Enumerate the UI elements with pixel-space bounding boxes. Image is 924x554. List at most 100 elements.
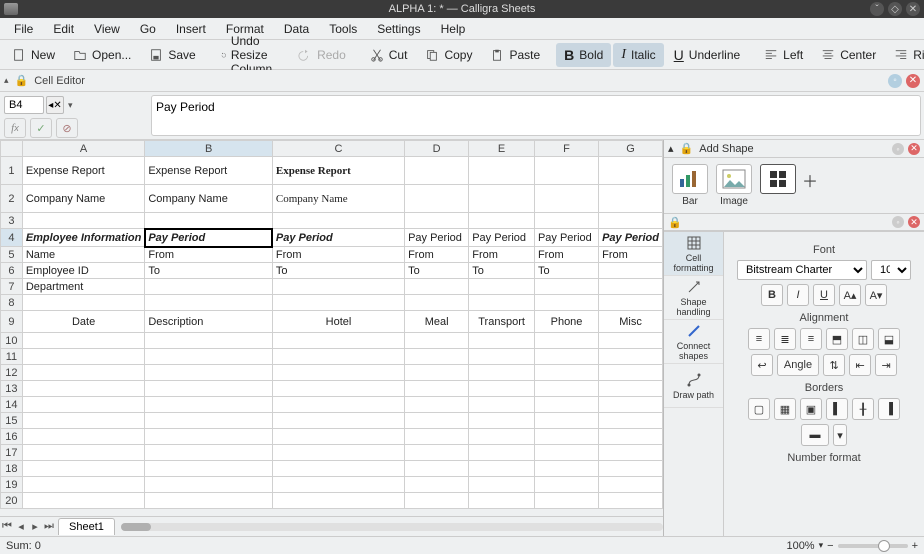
cell-G6[interactable]	[599, 263, 663, 279]
cell-B7[interactable]	[145, 279, 273, 295]
cell-E2[interactable]	[469, 185, 535, 213]
bold-toggle[interactable]: B	[761, 284, 783, 306]
halign-center[interactable]: ≣	[774, 328, 796, 350]
tab-cell-formatting[interactable]: Cell formatting	[664, 232, 723, 276]
cell-A19[interactable]	[22, 477, 145, 493]
cell-B15[interactable]	[145, 413, 273, 429]
paste-button[interactable]: Paste	[482, 44, 548, 66]
angle-button[interactable]: Angle	[777, 354, 819, 376]
col-header-B[interactable]: B	[145, 141, 273, 157]
cell-C11[interactable]	[272, 349, 404, 365]
cell-A8[interactable]	[22, 295, 145, 311]
cell-C19[interactable]	[272, 477, 404, 493]
cell-G17[interactable]	[599, 445, 663, 461]
cell-C3[interactable]	[272, 213, 404, 229]
cell-D5[interactable]: From	[405, 247, 469, 263]
cell-A15[interactable]	[22, 413, 145, 429]
cell-F4[interactable]: Pay Period	[534, 229, 598, 247]
cell-C2[interactable]: Company Name	[272, 185, 404, 213]
cell-G19[interactable]	[599, 477, 663, 493]
cell-F19[interactable]	[534, 477, 598, 493]
chevron-down-icon[interactable]: ▾	[819, 540, 824, 551]
lock-icon[interactable]: 🔒	[15, 74, 29, 87]
row-header-13[interactable]: 13	[1, 381, 23, 397]
cell-A20[interactable]	[22, 493, 145, 509]
next-sheet-button[interactable]: ▸	[28, 520, 42, 533]
new-button[interactable]: New	[4, 44, 63, 66]
collapse-icon[interactable]: ▴	[4, 75, 9, 86]
shape-bar[interactable]: Bar	[670, 164, 710, 207]
row-header-1[interactable]: 1	[1, 157, 23, 185]
align-right-button[interactable]: Right	[886, 44, 924, 66]
float-button[interactable]: ◦	[888, 74, 902, 88]
cell-B9[interactable]: Description	[145, 311, 273, 333]
row-header-8[interactable]: 8	[1, 295, 23, 311]
tab-draw-path[interactable]: Draw path	[664, 364, 723, 408]
last-sheet-button[interactable]: ⏭	[42, 520, 56, 533]
cell-B10[interactable]	[145, 333, 273, 349]
cell-B11[interactable]	[145, 349, 273, 365]
zoom-slider[interactable]	[838, 544, 908, 548]
row-header-19[interactable]: 19	[1, 477, 23, 493]
cell-D10[interactable]	[405, 333, 469, 349]
vertical-text-button[interactable]: ⇅	[823, 354, 845, 376]
row-header-17[interactable]: 17	[1, 445, 23, 461]
increase-font-button[interactable]: A▴	[839, 284, 861, 306]
border-all[interactable]: ▦	[774, 398, 796, 420]
col-header-D[interactable]: D	[405, 141, 469, 157]
cell-B17[interactable]	[145, 445, 273, 461]
cell-B14[interactable]	[145, 397, 273, 413]
cell-C17[interactable]	[272, 445, 404, 461]
cell-F15[interactable]	[534, 413, 598, 429]
cell-D17[interactable]	[405, 445, 469, 461]
cell-reference-input[interactable]	[4, 96, 44, 114]
underline-toggle[interactable]: U	[813, 284, 835, 306]
horizontal-scrollbar[interactable]	[121, 523, 663, 531]
accept-button[interactable]: ✓	[30, 118, 52, 138]
cell-B20[interactable]	[145, 493, 273, 509]
cell-E1[interactable]	[469, 157, 535, 185]
italic-button[interactable]: IItalic	[613, 43, 663, 67]
cell-B8[interactable]	[145, 295, 273, 311]
cell-E9[interactable]: Transport	[469, 311, 535, 333]
cell-A10[interactable]	[22, 333, 145, 349]
prev-sheet-button[interactable]: ◂	[14, 520, 28, 533]
cell-F17[interactable]	[534, 445, 598, 461]
cell-D19[interactable]	[405, 477, 469, 493]
cell-D4[interactable]: Pay Period	[405, 229, 469, 247]
cell-B1[interactable]: Expense Report	[145, 157, 273, 185]
cell-D9[interactable]: Meal	[405, 311, 469, 333]
cell-B2[interactable]: Company Name	[145, 185, 273, 213]
cell-G14[interactable]	[599, 397, 663, 413]
chevron-down-icon[interactable]: ▾	[68, 100, 73, 111]
indent-decrease[interactable]: ⇤	[849, 354, 871, 376]
row-header-4[interactable]: 4	[1, 229, 23, 247]
menu-go[interactable]: Go	[130, 22, 166, 36]
row-header-11[interactable]: 11	[1, 349, 23, 365]
cell-E20[interactable]	[469, 493, 535, 509]
cell-B3[interactable]	[145, 213, 273, 229]
cell-C9[interactable]: Hotel	[272, 311, 404, 333]
cell-F3[interactable]	[534, 213, 598, 229]
cell-E3[interactable]	[469, 213, 535, 229]
cell-E12[interactable]	[469, 365, 535, 381]
indent-increase[interactable]: ⇥	[875, 354, 897, 376]
cell-B5[interactable]: From	[145, 247, 273, 263]
cell-G3[interactable]	[599, 213, 663, 229]
menu-tools[interactable]: Tools	[319, 22, 367, 36]
add-icon[interactable]: ＋	[802, 164, 818, 207]
menu-edit[interactable]: Edit	[43, 22, 84, 36]
cell-E18[interactable]	[469, 461, 535, 477]
row-header-20[interactable]: 20	[1, 493, 23, 509]
cell-F12[interactable]	[534, 365, 598, 381]
lock-icon[interactable]: 🔒	[680, 142, 694, 155]
cell-A6[interactable]: Employee ID	[22, 263, 145, 279]
redo-button[interactable]: Redo	[290, 44, 354, 66]
cell-E11[interactable]	[469, 349, 535, 365]
select-all-corner[interactable]	[1, 141, 23, 157]
cell-G13[interactable]	[599, 381, 663, 397]
row-header-6[interactable]: 6	[1, 263, 23, 279]
copy-button[interactable]: Copy	[417, 44, 480, 66]
cell-C5[interactable]: From	[272, 247, 404, 263]
tab-shape-handling[interactable]: Shape handling	[664, 276, 723, 320]
